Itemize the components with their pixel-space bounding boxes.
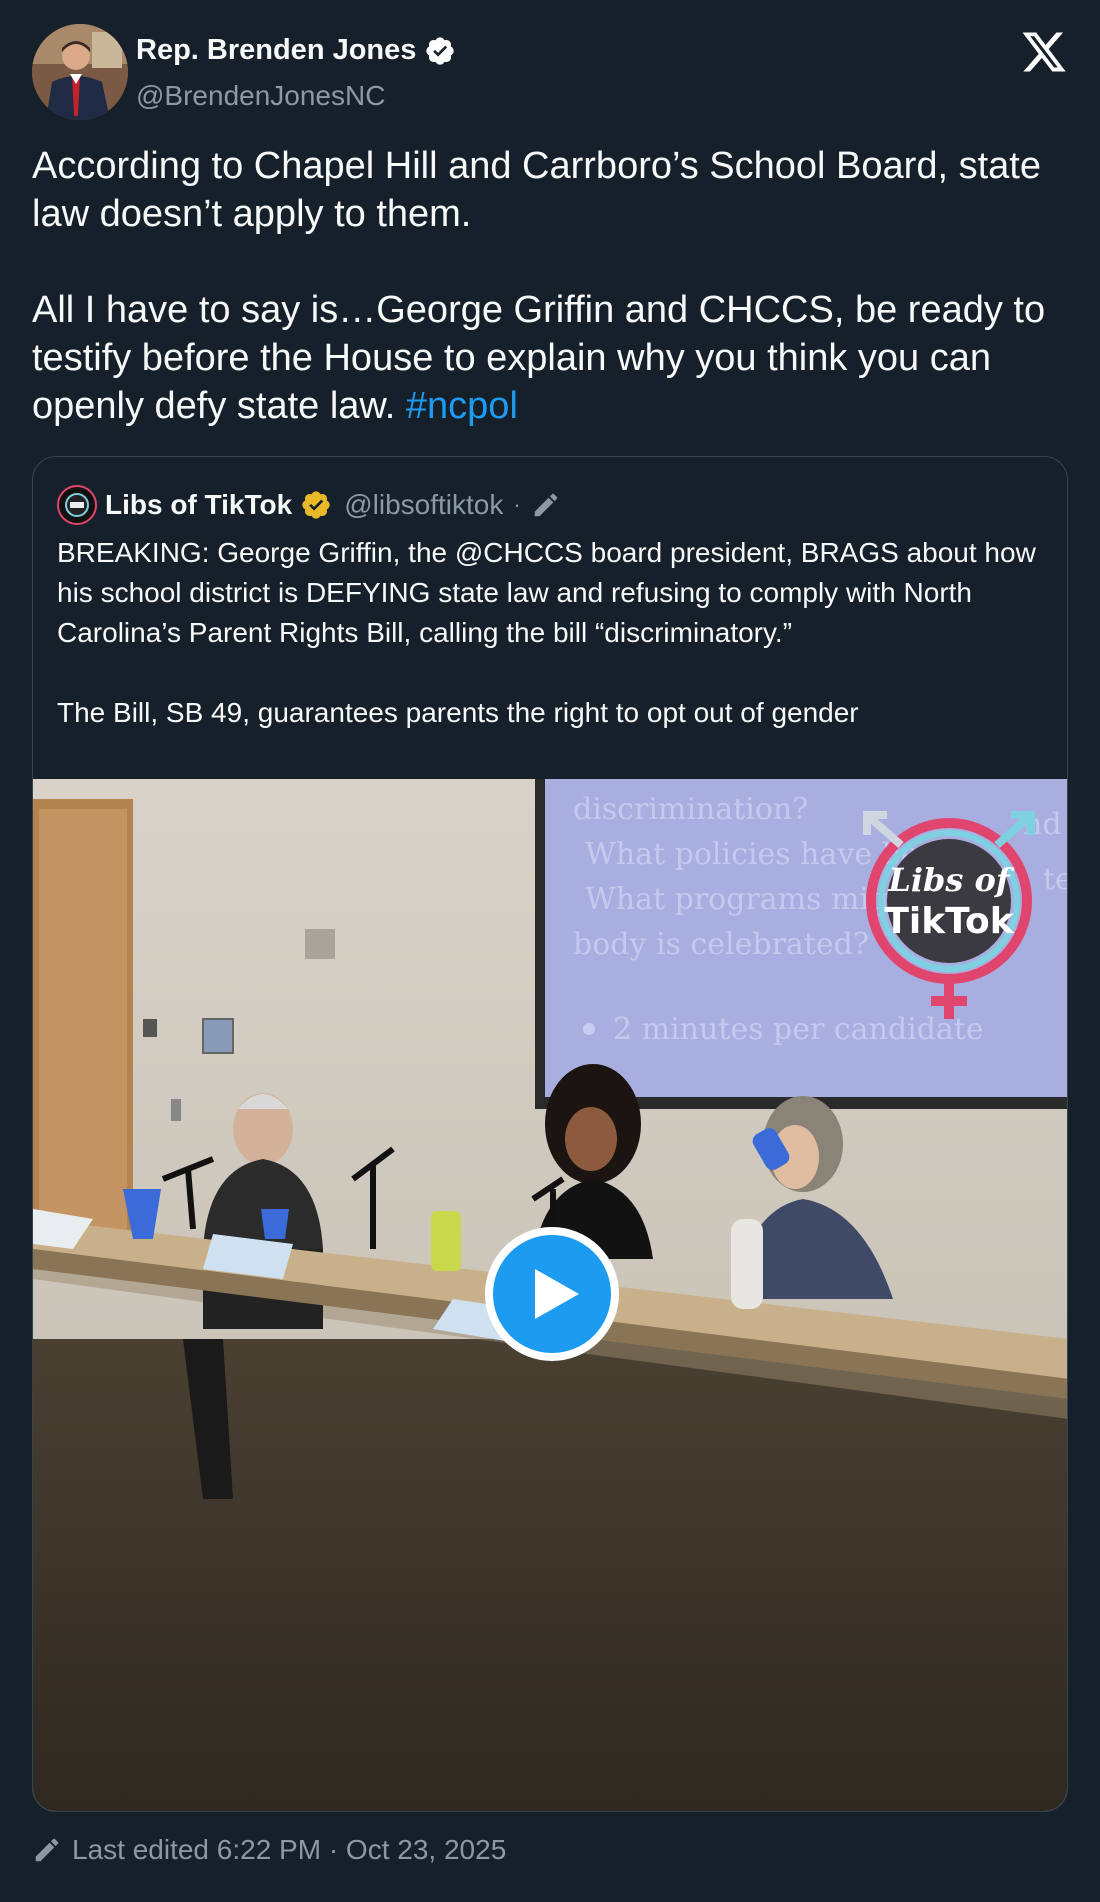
verified-badge-icon (426, 36, 455, 65)
quoted-author-avatar[interactable] (57, 485, 97, 525)
author-name[interactable]: Rep. Brenden Jones (136, 34, 416, 67)
slide-text-line: te (1043, 862, 1068, 897)
slide-text-line: body is celebrated? (573, 927, 869, 962)
tweet-header: Rep. Brenden Jones @BrendenJonesNC (32, 24, 1068, 124)
quoted-author-handle[interactable]: @libsoftiktok (344, 489, 503, 521)
watermark-text: Libs of (887, 861, 1015, 899)
quoted-tweet-header: Libs of TikTok @libsoftiktok · (57, 483, 561, 527)
separator-dot: · (513, 492, 521, 517)
author-handle[interactable]: @BrendenJonesNC (136, 80, 385, 112)
x-logo-icon[interactable] (1020, 28, 1068, 76)
play-icon (535, 1269, 579, 1319)
watermark-text: TikTok (884, 901, 1014, 942)
quoted-tweet-text: BREAKING: George Griffin, the @CHCCS boa… (57, 537, 1036, 728)
author-name-row[interactable]: Rep. Brenden Jones (136, 34, 456, 67)
quoted-author-name[interactable]: Libs of TikTok (105, 489, 292, 521)
author-avatar[interactable] (32, 24, 128, 120)
tweet-card: Rep. Brenden Jones @BrendenJonesNC Accor… (0, 0, 1100, 1902)
quoted-tweet[interactable]: Libs of TikTok @libsoftiktok · BREAKING:… (32, 456, 1068, 1812)
last-edited-timestamp[interactable]: Last edited 6:22 PM · Oct 23, 2025 (72, 1834, 506, 1866)
gold-verified-badge-icon (302, 491, 330, 519)
tweet-body: According to Chapel Hill and Carrboro’s … (32, 145, 1046, 427)
tweet-footer: Last edited 6:22 PM · Oct 23, 2025 (32, 1834, 506, 1866)
play-button[interactable] (485, 1227, 619, 1361)
tweet-text: According to Chapel Hill and Carrboro’s … (32, 142, 1068, 430)
slide-text-line: discrimination? (573, 792, 808, 827)
hashtag-link[interactable]: #ncpol (406, 385, 518, 427)
slide-text-line: 2 minutes per candidate (613, 1012, 984, 1047)
edit-pencil-icon (35, 1838, 59, 1862)
video-player[interactable]: discrimination? What policies have been … (33, 779, 1068, 1811)
edit-pencil-icon (534, 493, 557, 517)
